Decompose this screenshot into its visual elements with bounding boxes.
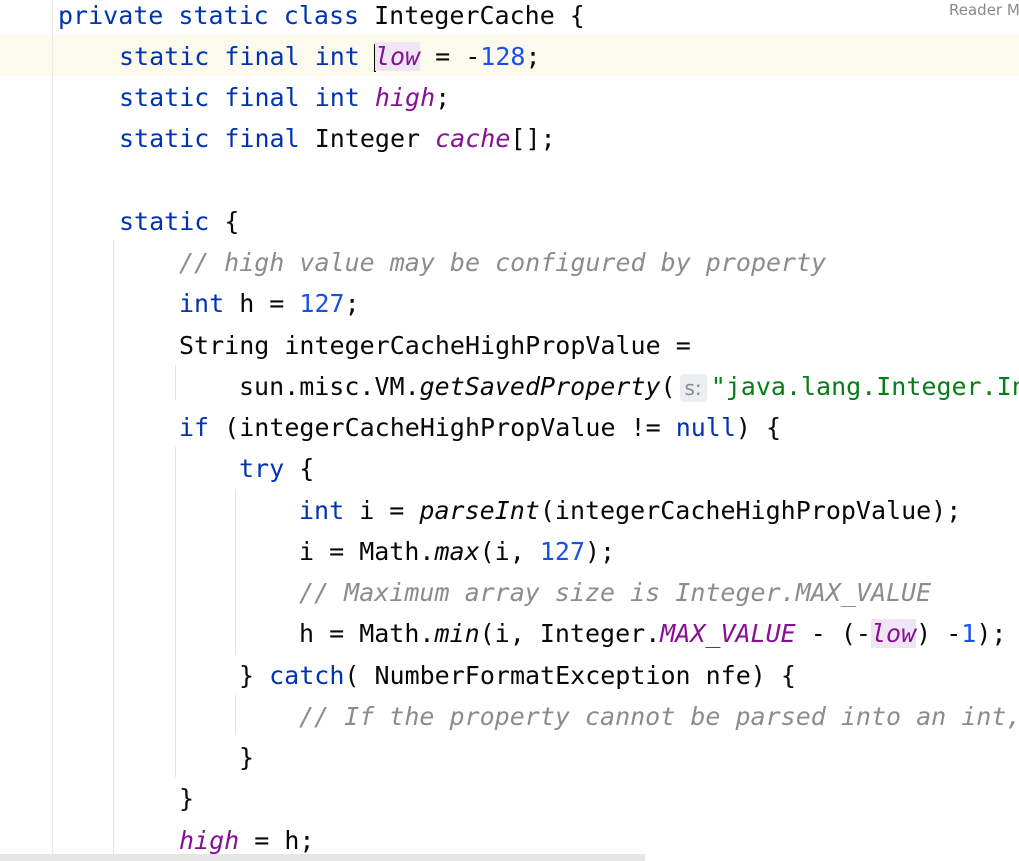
keyword: private [58, 1, 164, 30]
code-text: ) - [916, 619, 962, 648]
keyword: final [224, 83, 300, 112]
number-literal: 127 [299, 289, 345, 318]
comment: // If the property cannot be parsed into… [299, 702, 1019, 731]
number-literal: 128 [480, 42, 526, 71]
string-literal: "java.lang.Integer.IntegerCache.high" [710, 372, 1019, 401]
code-line-4: static final Integer cache[]; [119, 118, 556, 159]
field-low-usage[interactable]: low [870, 619, 917, 648]
comment: // high value may be configured by prope… [179, 248, 827, 277]
semicolon: ; [344, 289, 360, 318]
constant-max-value: MAX_VALUE [660, 619, 796, 648]
gutter-edge [52, 0, 53, 861]
method-call: parseInt [419, 496, 540, 525]
code-text: (i, Integer. [479, 619, 661, 648]
field-high-usage[interactable]: high [179, 826, 239, 855]
code-text: ) { [735, 413, 782, 442]
code-line-19: } [239, 737, 254, 778]
code-text: i = [344, 496, 420, 525]
indent-guide [235, 695, 236, 735]
keyword: if [179, 413, 210, 442]
class-name: IntegerCache [374, 1, 555, 30]
array-brackets: []; [510, 124, 556, 153]
code-line-9: String integerCacheHighPropValue = [179, 325, 691, 366]
keyword: null [675, 413, 736, 442]
paren: ( [660, 372, 676, 401]
operator: = - [420, 42, 481, 71]
code-line-15: // Maximum array size is Integer.MAX_VAL… [299, 572, 931, 613]
code-text: h = [224, 289, 300, 318]
field-low[interactable]: low [374, 42, 421, 71]
code-text: } [239, 661, 270, 690]
keyword: class [283, 1, 360, 30]
field-high[interactable]: high [375, 83, 435, 112]
code-line-14: i = Math.max(i, 127); [299, 531, 615, 572]
code-line-3: static final int high; [119, 77, 450, 118]
code-text: ( NumberFormatException nfe) { [344, 661, 796, 690]
code-line-13: int i = parseInt(integerCacheHighPropVal… [299, 490, 961, 531]
indent-guide [113, 240, 114, 861]
parameter-hint: s: [679, 374, 707, 402]
code-line-8: int h = 127; [179, 283, 360, 324]
code-line-12: try { [239, 448, 314, 489]
reader-mode-button[interactable]: Reader Mode [949, 0, 1019, 22]
code-line-6: static { [119, 201, 239, 242]
comment: // Maximum array size is Integer.MAX_VAL… [299, 578, 932, 607]
keyword: try [239, 454, 285, 483]
code-text: i = Math. [299, 537, 435, 566]
code-line-11: if (integerCacheHighPropValue != null) { [179, 407, 781, 448]
method-call: getSavedProperty [419, 372, 661, 401]
code-text: ); [976, 619, 1007, 648]
code-line-18: // If the property cannot be parsed into… [299, 696, 1019, 737]
code-line-20: } [179, 778, 194, 819]
method-call: max [434, 537, 480, 566]
keyword: static [119, 42, 210, 71]
code-text: - (- [795, 619, 871, 648]
keyword: static [119, 207, 210, 236]
type-name: Integer [314, 124, 421, 153]
brace: } [239, 743, 255, 772]
semicolon: ; [525, 42, 541, 71]
keyword: int [299, 496, 345, 525]
indent-guide [235, 489, 236, 654]
brace: { [284, 454, 315, 483]
code-text: (i, [479, 537, 540, 566]
indent-guide [175, 365, 176, 400]
keyword: static [119, 124, 210, 153]
keyword: final [224, 124, 300, 153]
code-line-2: static final int low = -128; [119, 36, 541, 77]
keyword: static [119, 83, 210, 112]
brace: { [209, 207, 240, 236]
number-literal: 127 [539, 537, 585, 566]
code-line-17: } catch( NumberFormatException nfe) { [239, 655, 796, 696]
semicolon: ; [435, 83, 451, 112]
keyword: static [178, 1, 269, 30]
code-line-16: h = Math.min(i, Integer.MAX_VALUE - (-lo… [299, 613, 1006, 654]
field-cache[interactable]: cache [435, 124, 510, 153]
code-editor[interactable]: Reader Mode private static class Integer… [0, 0, 1019, 861]
code-text: sun.misc.VM. [239, 372, 420, 401]
keyword: catch [269, 661, 345, 690]
code-text: h = Math. [299, 619, 435, 648]
brace: { [554, 1, 585, 30]
code-text: (integerCacheHighPropValue); [539, 496, 962, 525]
keyword: int [179, 289, 225, 318]
code-text: = h; [239, 826, 315, 855]
code-line-1: private static class IntegerCache { [58, 0, 585, 36]
code-text: (integerCacheHighPropValue != [209, 413, 676, 442]
code-text: String integerCacheHighPropValue = [179, 331, 691, 360]
method-call: min [434, 619, 480, 648]
code-line-7: // high value may be configured by prope… [179, 242, 826, 283]
keyword: final [224, 42, 300, 71]
keyword: int [314, 42, 360, 71]
code-line-10: sun.misc.VM.getSavedProperty(s: "java.lan… [239, 366, 1019, 407]
keyword: int [314, 83, 360, 112]
number-literal: 1 [961, 619, 977, 648]
code-text: ); [585, 537, 616, 566]
indent-guide [175, 447, 176, 777]
brace: } [179, 784, 195, 813]
horizontal-scrollbar[interactable] [0, 854, 645, 861]
